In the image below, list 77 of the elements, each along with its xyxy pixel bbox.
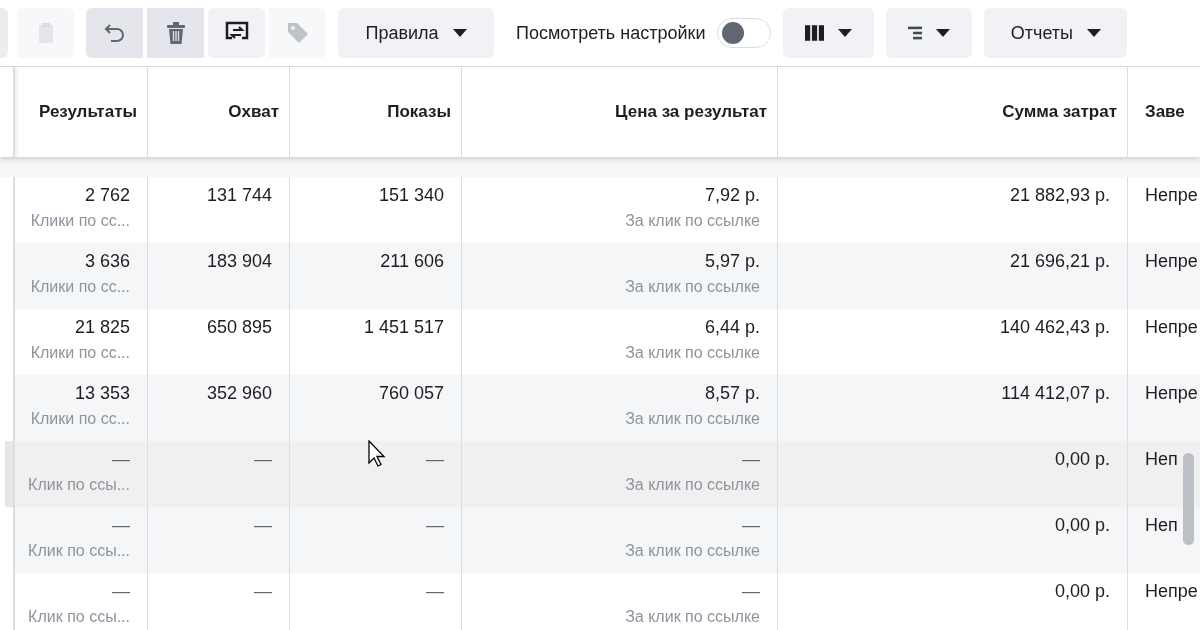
- caret-icon: [1087, 29, 1102, 37]
- table-cell: Неп: [1145, 449, 1178, 470]
- table-cell: 114 412,07 р.: [1001, 383, 1110, 404]
- columns-button[interactable]: [783, 8, 875, 58]
- table-cell: —: [426, 449, 444, 470]
- result-type-text: Клики по сс...: [30, 344, 130, 362]
- delete-button[interactable]: [147, 8, 204, 58]
- table-cell: 650 895: [206, 317, 272, 338]
- columns-icon: [805, 24, 825, 42]
- view-settings-label: Посмотреть настройки: [516, 22, 706, 44]
- result-type-text: Клик по ссы...: [28, 476, 130, 494]
- tag-icon: [285, 21, 310, 45]
- table-cell: —: [254, 515, 272, 536]
- result-type-text: За клик по ссылке: [625, 212, 760, 230]
- cursor-icon: [368, 440, 388, 468]
- table-cell: 3 636: [84, 251, 130, 272]
- table-cell: —: [742, 449, 760, 470]
- undo-button[interactable]: [86, 8, 143, 58]
- table-cell: —: [254, 581, 272, 602]
- table-cell: Непре: [1145, 317, 1198, 338]
- swap-button[interactable]: [208, 8, 265, 58]
- result-type-text: За клик по ссылке: [625, 410, 760, 428]
- table-cell: 0,00 р.: [1054, 449, 1110, 470]
- result-type-text: Клик по ссы...: [28, 542, 130, 560]
- result-type-text: За клик по ссылке: [625, 278, 760, 296]
- table-cell: 8,57 р.: [704, 383, 760, 404]
- table-cell: —: [742, 581, 760, 602]
- table-cell: 0,00 р.: [1054, 581, 1110, 602]
- table-cell: Непре: [1145, 251, 1198, 272]
- result-type-text: Клики по сс...: [30, 212, 130, 230]
- table-cell: Непре: [1145, 185, 1198, 206]
- undo-icon: [103, 23, 126, 43]
- table-cell: —: [112, 449, 130, 470]
- table-cell: 7,92 р.: [704, 185, 760, 206]
- table-cell: 21 882,93 р.: [1009, 185, 1110, 206]
- table-cell: —: [426, 515, 444, 536]
- table-cell: —: [112, 515, 130, 536]
- result-type-text: Клики по сс...: [30, 278, 130, 296]
- breakdown-button[interactable]: [886, 8, 973, 58]
- table-cell: 21 696,21 р.: [1009, 251, 1110, 272]
- caret-icon: [452, 29, 467, 37]
- table-cell: 2 762: [84, 185, 130, 206]
- table-cell: 21 825: [74, 317, 130, 338]
- table-cell: 760 057: [378, 383, 444, 404]
- table-cell: —: [426, 581, 444, 602]
- table-cell: 131 744: [206, 185, 272, 206]
- table-cell: 151 340: [378, 185, 444, 206]
- scrollbar-thumb[interactable]: [1183, 453, 1194, 545]
- result-type-text: Клик по ссы...: [28, 608, 130, 626]
- table-cell: Неп: [1145, 515, 1178, 536]
- result-type-text: За клик по ссылке: [625, 542, 760, 560]
- rules-button[interactable]: Правила: [338, 8, 494, 58]
- caret-icon: [838, 29, 853, 37]
- result-type-text: За клик по ссылке: [625, 608, 760, 626]
- table-cell: 0,00 р.: [1054, 515, 1110, 536]
- table-cell: Непре: [1145, 383, 1198, 404]
- table-cell: —: [112, 581, 130, 602]
- clipboard-icon: [37, 22, 54, 44]
- table-cell: —: [742, 515, 760, 536]
- table-cell: 5,97 р.: [704, 251, 760, 272]
- table-cell: 6,44 р.: [704, 317, 760, 338]
- column-header[interactable]: Заве: [1128, 67, 1200, 157]
- toggle-switch[interactable]: [717, 18, 772, 48]
- table-cell: 183 904: [206, 251, 272, 272]
- table-cell: 211 606: [380, 251, 444, 272]
- table-cell: —: [254, 449, 272, 470]
- caret-icon: [936, 29, 951, 37]
- reports-button[interactable]: Отчеты: [984, 8, 1128, 58]
- result-type-text: За клик по ссылке: [625, 344, 760, 362]
- table-cell: 352 960: [206, 383, 272, 404]
- trash-icon: [165, 22, 186, 44]
- result-type-text: Клики по сс...: [30, 410, 130, 428]
- table-cell: 140 462,43 р.: [999, 317, 1110, 338]
- table-cell: 1 451 517: [363, 317, 444, 338]
- table-cell: 13 353: [74, 383, 130, 404]
- result-type-text: За клик по ссылке: [625, 476, 760, 494]
- table-cell: Непре: [1145, 581, 1198, 602]
